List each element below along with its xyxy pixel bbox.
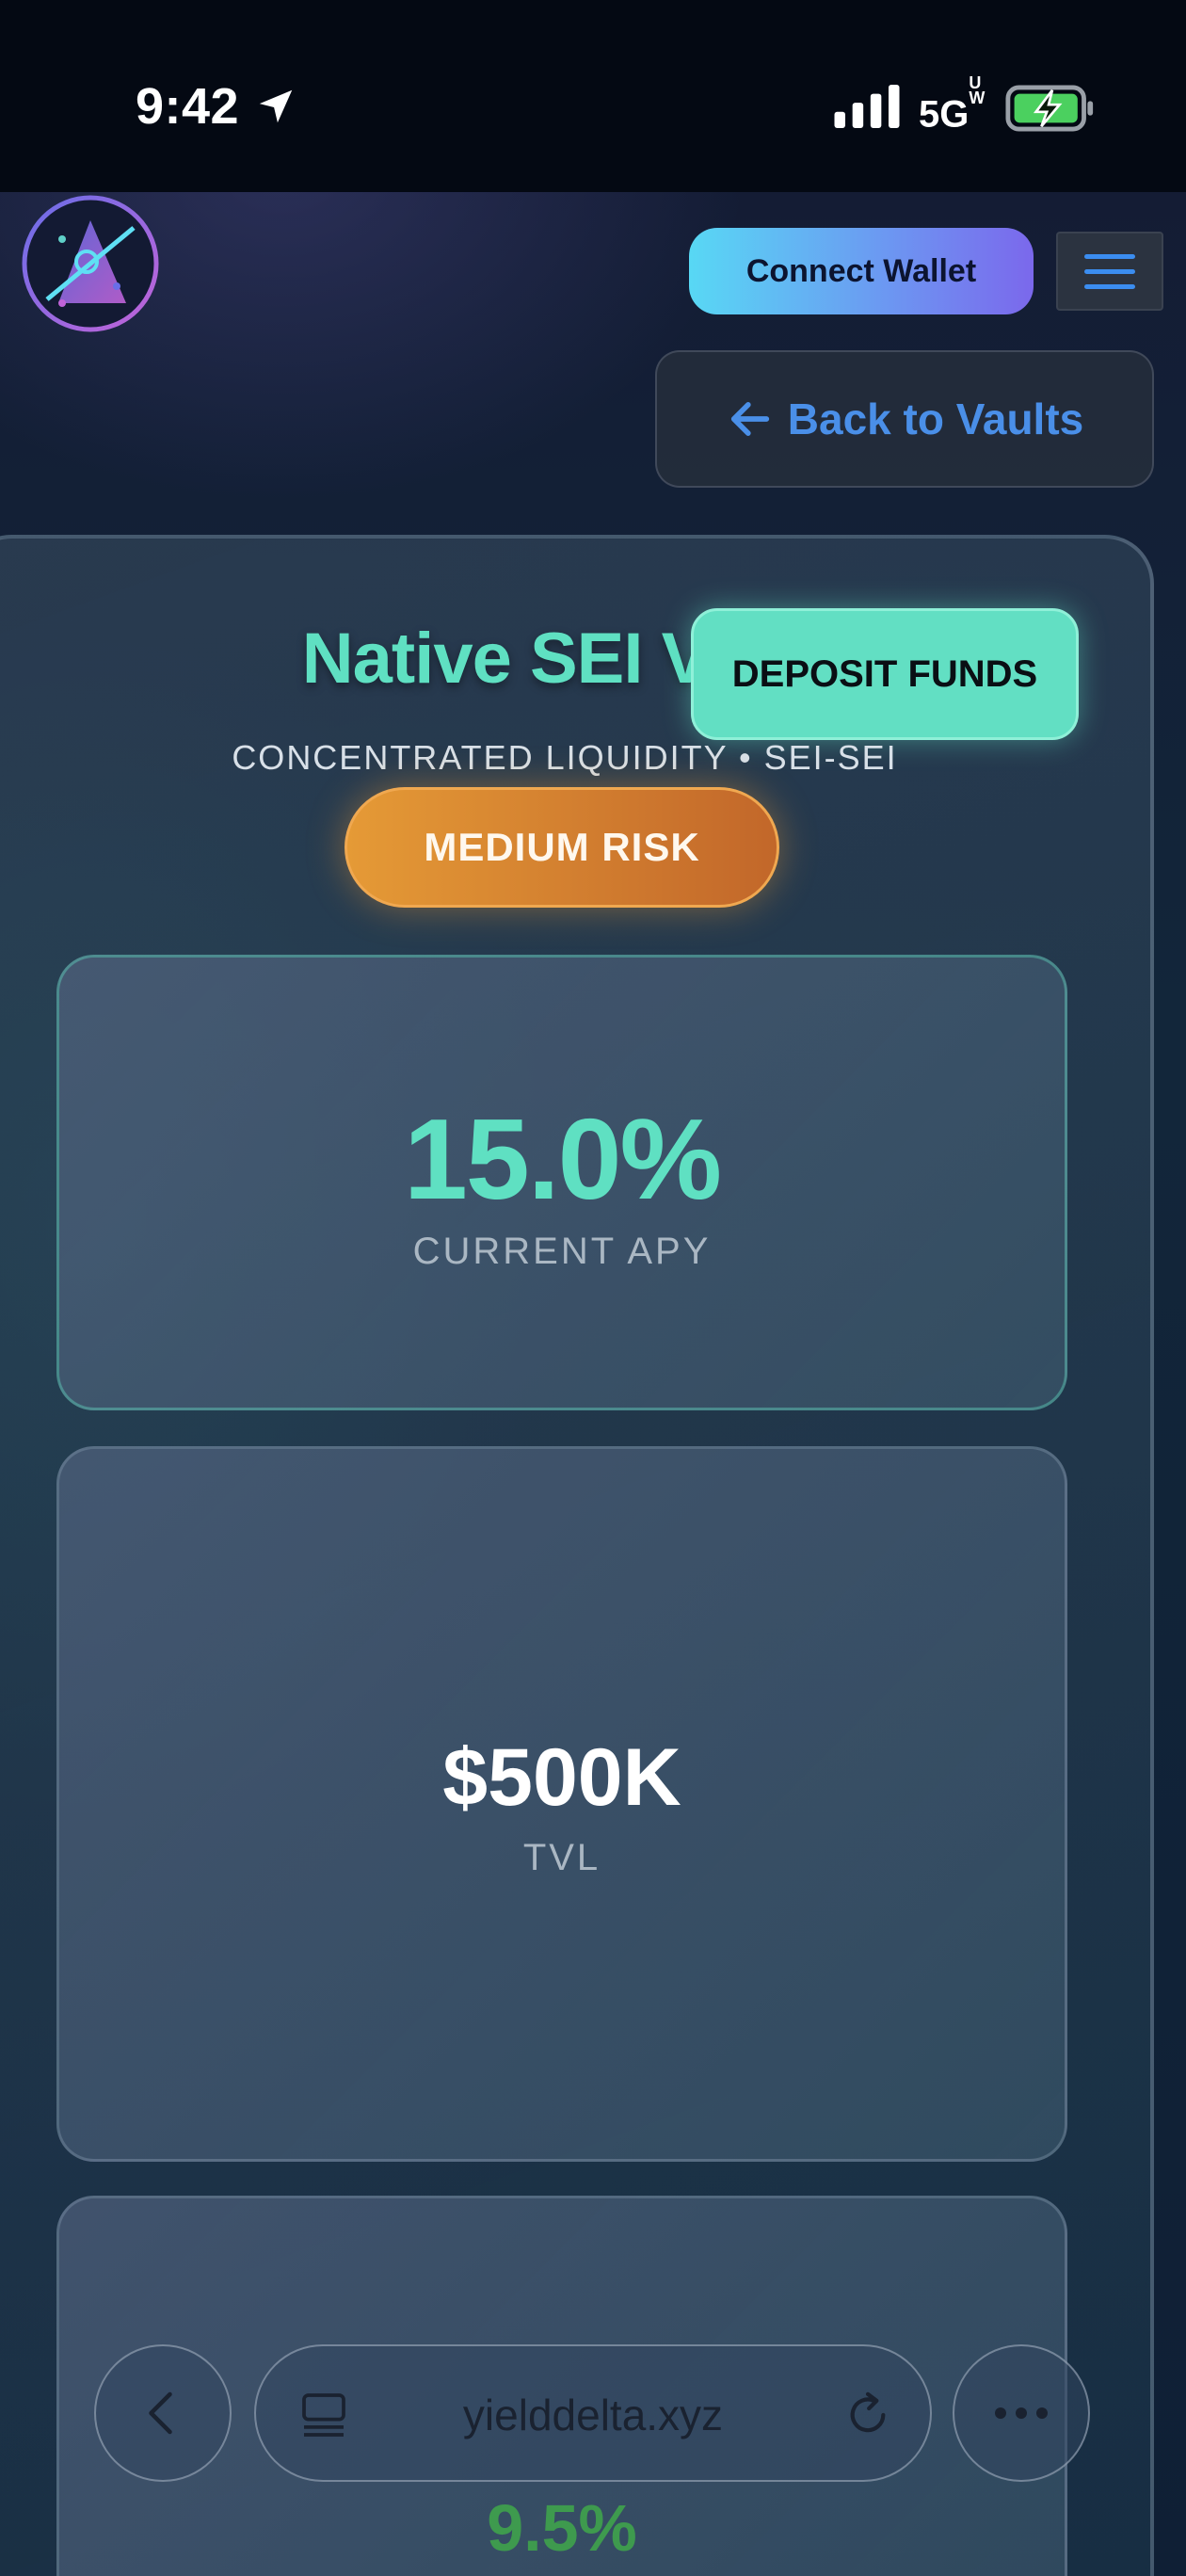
browser-more-button[interactable]: [953, 2344, 1090, 2482]
network-type: 5GU W: [919, 73, 986, 136]
apy-label: CURRENT APY: [412, 1231, 712, 1272]
back-to-vaults-button[interactable]: Back to Vaults: [655, 350, 1154, 488]
arrow-left-icon: [730, 402, 769, 436]
address-bar[interactable]: yielddelta.xyz: [254, 2344, 932, 2482]
browser-back-button[interactable]: [94, 2344, 232, 2482]
signal-bars-icon: [834, 85, 900, 128]
tvl-label: TVL: [522, 1837, 601, 1878]
back-to-vaults-label: Back to Vaults: [787, 394, 1084, 443]
apy-stat-card: 15.0% CURRENT APY: [56, 955, 1067, 1410]
hamburger-menu-icon: [1084, 253, 1135, 259]
tvl-stat-card: $500K TVL: [56, 1446, 1067, 2162]
status-bar: 9:42 5GU W: [0, 0, 1186, 192]
url-text: yielddelta.xyz: [462, 2391, 724, 2439]
status-time: 9:42: [136, 78, 240, 135]
yielddelta-logo-icon[interactable]: [21, 194, 160, 333]
chevron-left-icon: [149, 2391, 172, 2435]
reload-icon[interactable]: [841, 2388, 894, 2442]
risk-badge: MEDIUM RISK: [345, 787, 779, 908]
battery-charging-icon: [1005, 85, 1094, 132]
apy-value: 15.0%: [404, 1095, 722, 1223]
vault-subtitle: CONCENTRATED LIQUIDITY • SEI-SEI: [232, 738, 898, 777]
location-arrow-icon: [259, 89, 293, 123]
deposit-funds-button[interactable]: DEPOSIT FUNDS: [691, 608, 1079, 740]
more-dots-icon: [995, 2407, 1048, 2419]
tvl-value: $500K: [442, 1732, 681, 1823]
third-stat-value: 9.5%: [487, 2491, 637, 2565]
connect-wallet-button[interactable]: Connect Wallet: [689, 228, 1034, 314]
hamburger-menu-button[interactable]: [1056, 232, 1163, 311]
